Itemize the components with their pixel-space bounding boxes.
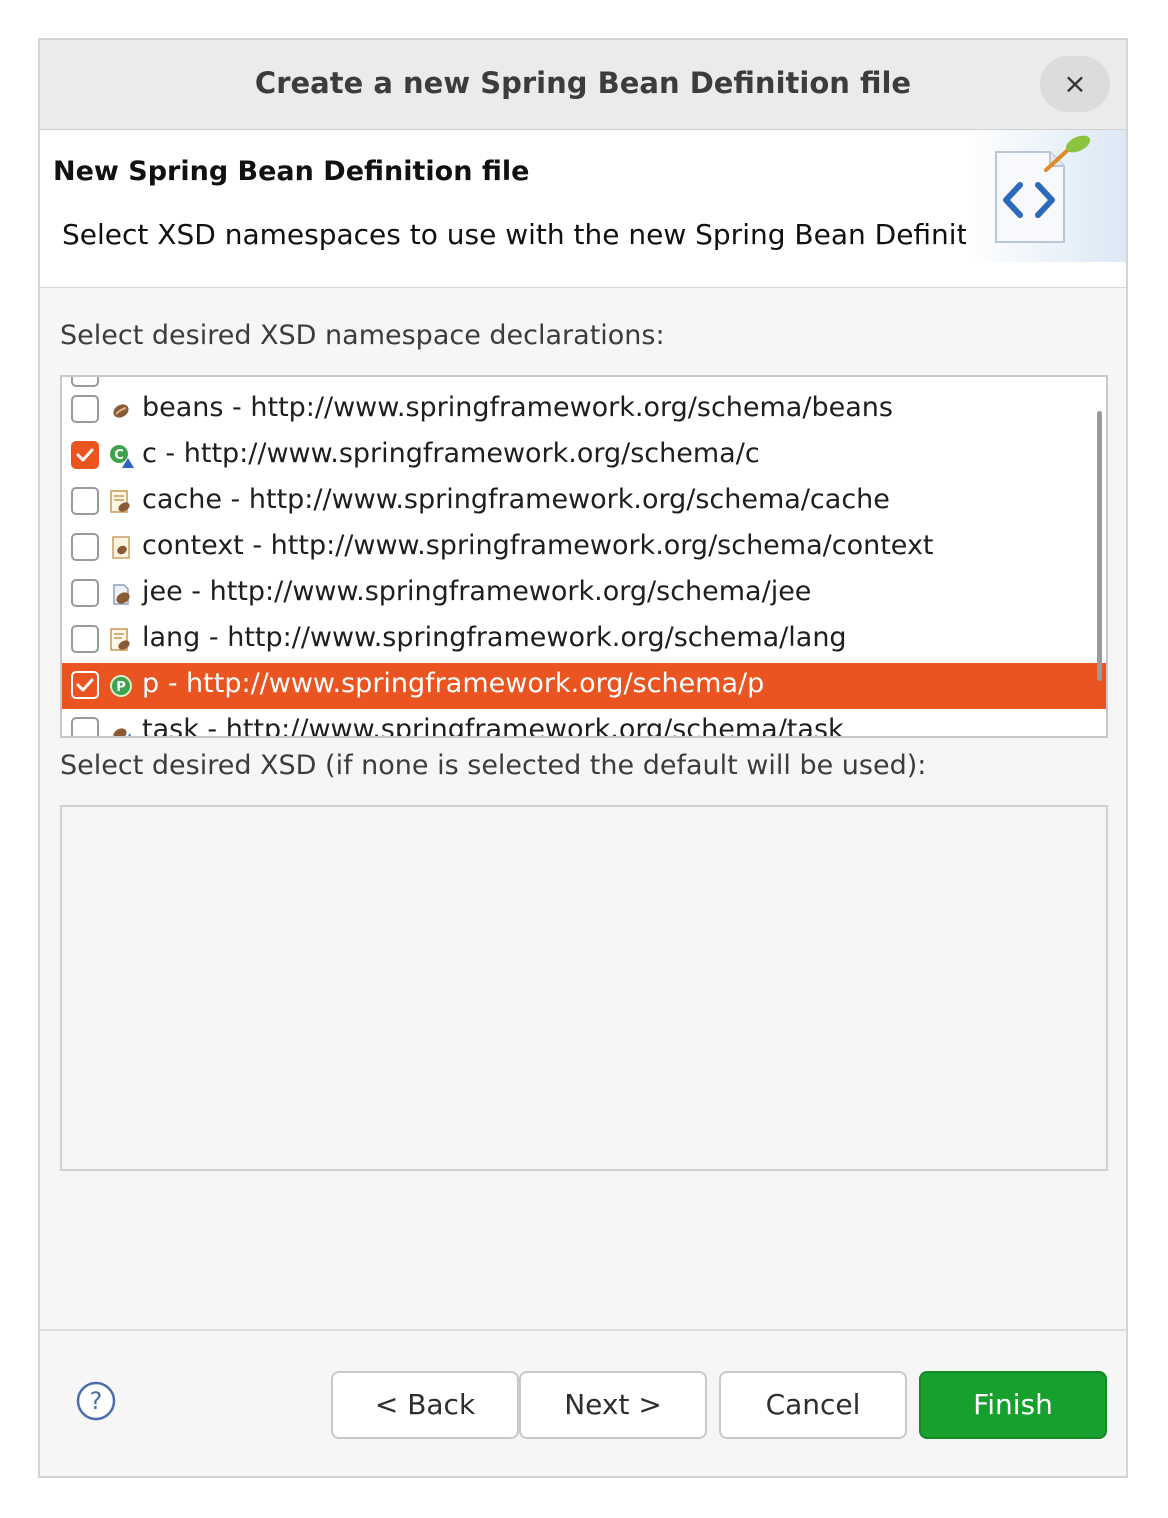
spring-xml-file-icon [966, 130, 1126, 262]
list-item-lang[interactable]: lang - http://www.springframework.org/sc… [62, 617, 1106, 663]
check-icon [76, 678, 94, 692]
checkbox-c[interactable] [71, 441, 99, 469]
dialog-window: Create a new Spring Bean Definition file… [38, 38, 1128, 1478]
cache-icon [110, 490, 130, 513]
namespace-label: jee - http://www.springframework.org/sch… [142, 576, 812, 607]
checkbox-context[interactable] [71, 533, 99, 561]
check-icon [76, 448, 94, 462]
list-item-jee[interactable]: jee - http://www.springframework.org/sch… [62, 571, 1106, 617]
title-bar: Create a new Spring Bean Definition file… [40, 40, 1126, 130]
list-item-context[interactable]: context - http://www.springframework.org… [62, 525, 1106, 571]
lang-icon [110, 628, 130, 651]
help-icon[interactable]: ? [76, 1381, 116, 1421]
list-item-p[interactable]: P p - http://www.springframework.org/sch… [62, 663, 1106, 709]
context-icon [112, 536, 130, 559]
finish-button[interactable]: Finish [919, 1371, 1107, 1439]
c-namespace-icon: C [110, 445, 134, 468]
close-icon: × [1063, 67, 1087, 100]
cancel-button[interactable]: Cancel [719, 1371, 907, 1439]
namespace-list[interactable]: beans - http://www.springframework.org/s… [60, 375, 1108, 738]
p-namespace-icon: P [110, 675, 132, 697]
checkbox-lang[interactable] [71, 625, 99, 653]
checkbox-task[interactable] [71, 717, 99, 736]
list-item-task[interactable]: task - http://www.springframework.org/sc… [62, 709, 1106, 738]
xsd-list[interactable] [60, 805, 1108, 1171]
namespace-label: lang - http://www.springframework.org/sc… [142, 622, 847, 653]
namespace-label: context - http://www.springframework.org… [142, 530, 934, 561]
xsd-section-label: Select desired XSD (if none is selected … [60, 750, 927, 781]
back-button[interactable]: < Back [331, 1371, 519, 1439]
list-item-cache[interactable]: cache - http://www.springframework.org/s… [62, 479, 1106, 525]
checkbox-cache[interactable] [71, 487, 99, 515]
list-item-beans[interactable]: beans - http://www.springframework.org/s… [62, 387, 1106, 433]
svg-text:C: C [114, 448, 124, 463]
footer-divider [40, 1329, 1126, 1331]
checkbox-jee[interactable] [71, 579, 99, 607]
checkbox[interactable] [71, 377, 99, 387]
checkbox-p[interactable] [71, 671, 99, 699]
close-button[interactable]: × [1040, 56, 1110, 112]
list-item-c[interactable]: C c - http://www.springframework.org/sch… [62, 433, 1106, 479]
namespace-label: p - http://www.springframework.org/schem… [142, 668, 765, 699]
checkbox-beans[interactable] [71, 395, 99, 423]
banner-title: New Spring Bean Definition file [53, 156, 530, 187]
svg-text:P: P [116, 680, 126, 695]
namespace-label: beans - http://www.springframework.org/s… [142, 392, 893, 423]
namespace-label: cache - http://www.springframework.org/s… [142, 484, 890, 515]
window-title: Create a new Spring Bean Definition file [254, 66, 912, 100]
svg-text:?: ? [90, 1387, 103, 1415]
bean-icon [113, 404, 129, 418]
jee-icon [113, 584, 130, 605]
next-button[interactable]: Next > [519, 1371, 707, 1439]
namespace-label: c - http://www.springframework.org/schem… [142, 438, 760, 469]
namespace-label: task - http://www.springframework.org/sc… [142, 714, 844, 738]
wizard-banner: New Spring Bean Definition file Select X… [40, 130, 1126, 288]
list-scrollbar[interactable] [1097, 411, 1102, 681]
namespace-section-label: Select desired XSD namespace declaration… [60, 320, 665, 351]
task-icon [113, 728, 131, 736]
banner-description: Select XSD namespaces to use with the ne… [62, 218, 1011, 251]
